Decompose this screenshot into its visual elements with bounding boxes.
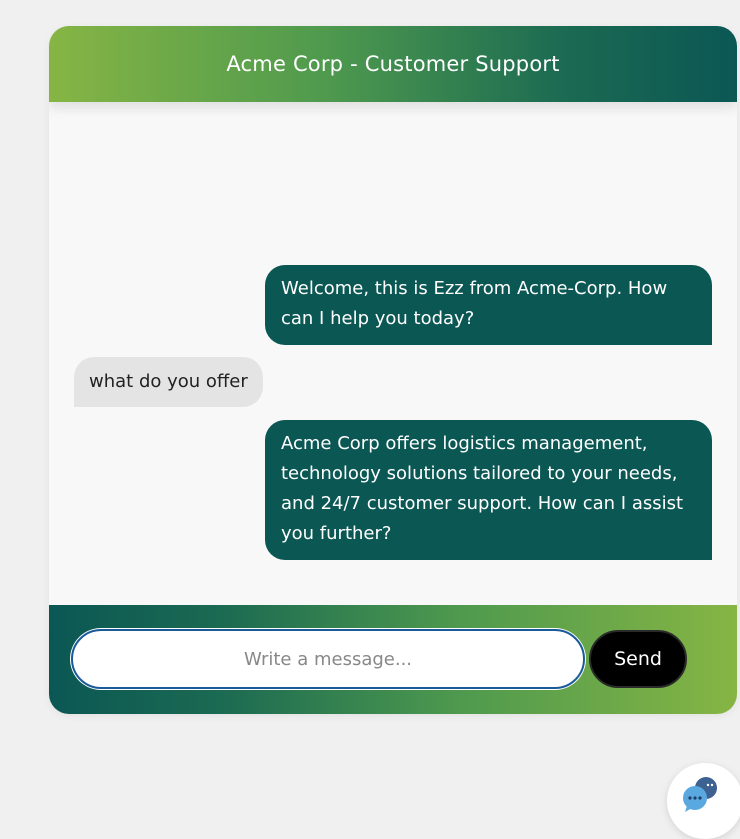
user-message: what do you offer	[74, 357, 263, 407]
chat-window: Acme Corp - Customer Support Welcome, th…	[49, 26, 737, 714]
chat-title: Acme Corp - Customer Support	[226, 52, 560, 76]
chat-bubbles-icon	[683, 777, 717, 812]
message-list: Welcome, this is Ezz from Acme-Corp. How…	[49, 102, 737, 605]
chat-launcher-button[interactable]	[667, 763, 740, 839]
bot-message: Acme Corp offers logistics management, t…	[265, 420, 712, 560]
message-input[interactable]	[71, 629, 585, 689]
message-composer: Send	[49, 605, 737, 714]
send-button[interactable]: Send	[589, 630, 687, 688]
bot-message: Welcome, this is Ezz from Acme-Corp. How…	[265, 265, 712, 345]
chat-header: Acme Corp - Customer Support	[49, 26, 737, 102]
